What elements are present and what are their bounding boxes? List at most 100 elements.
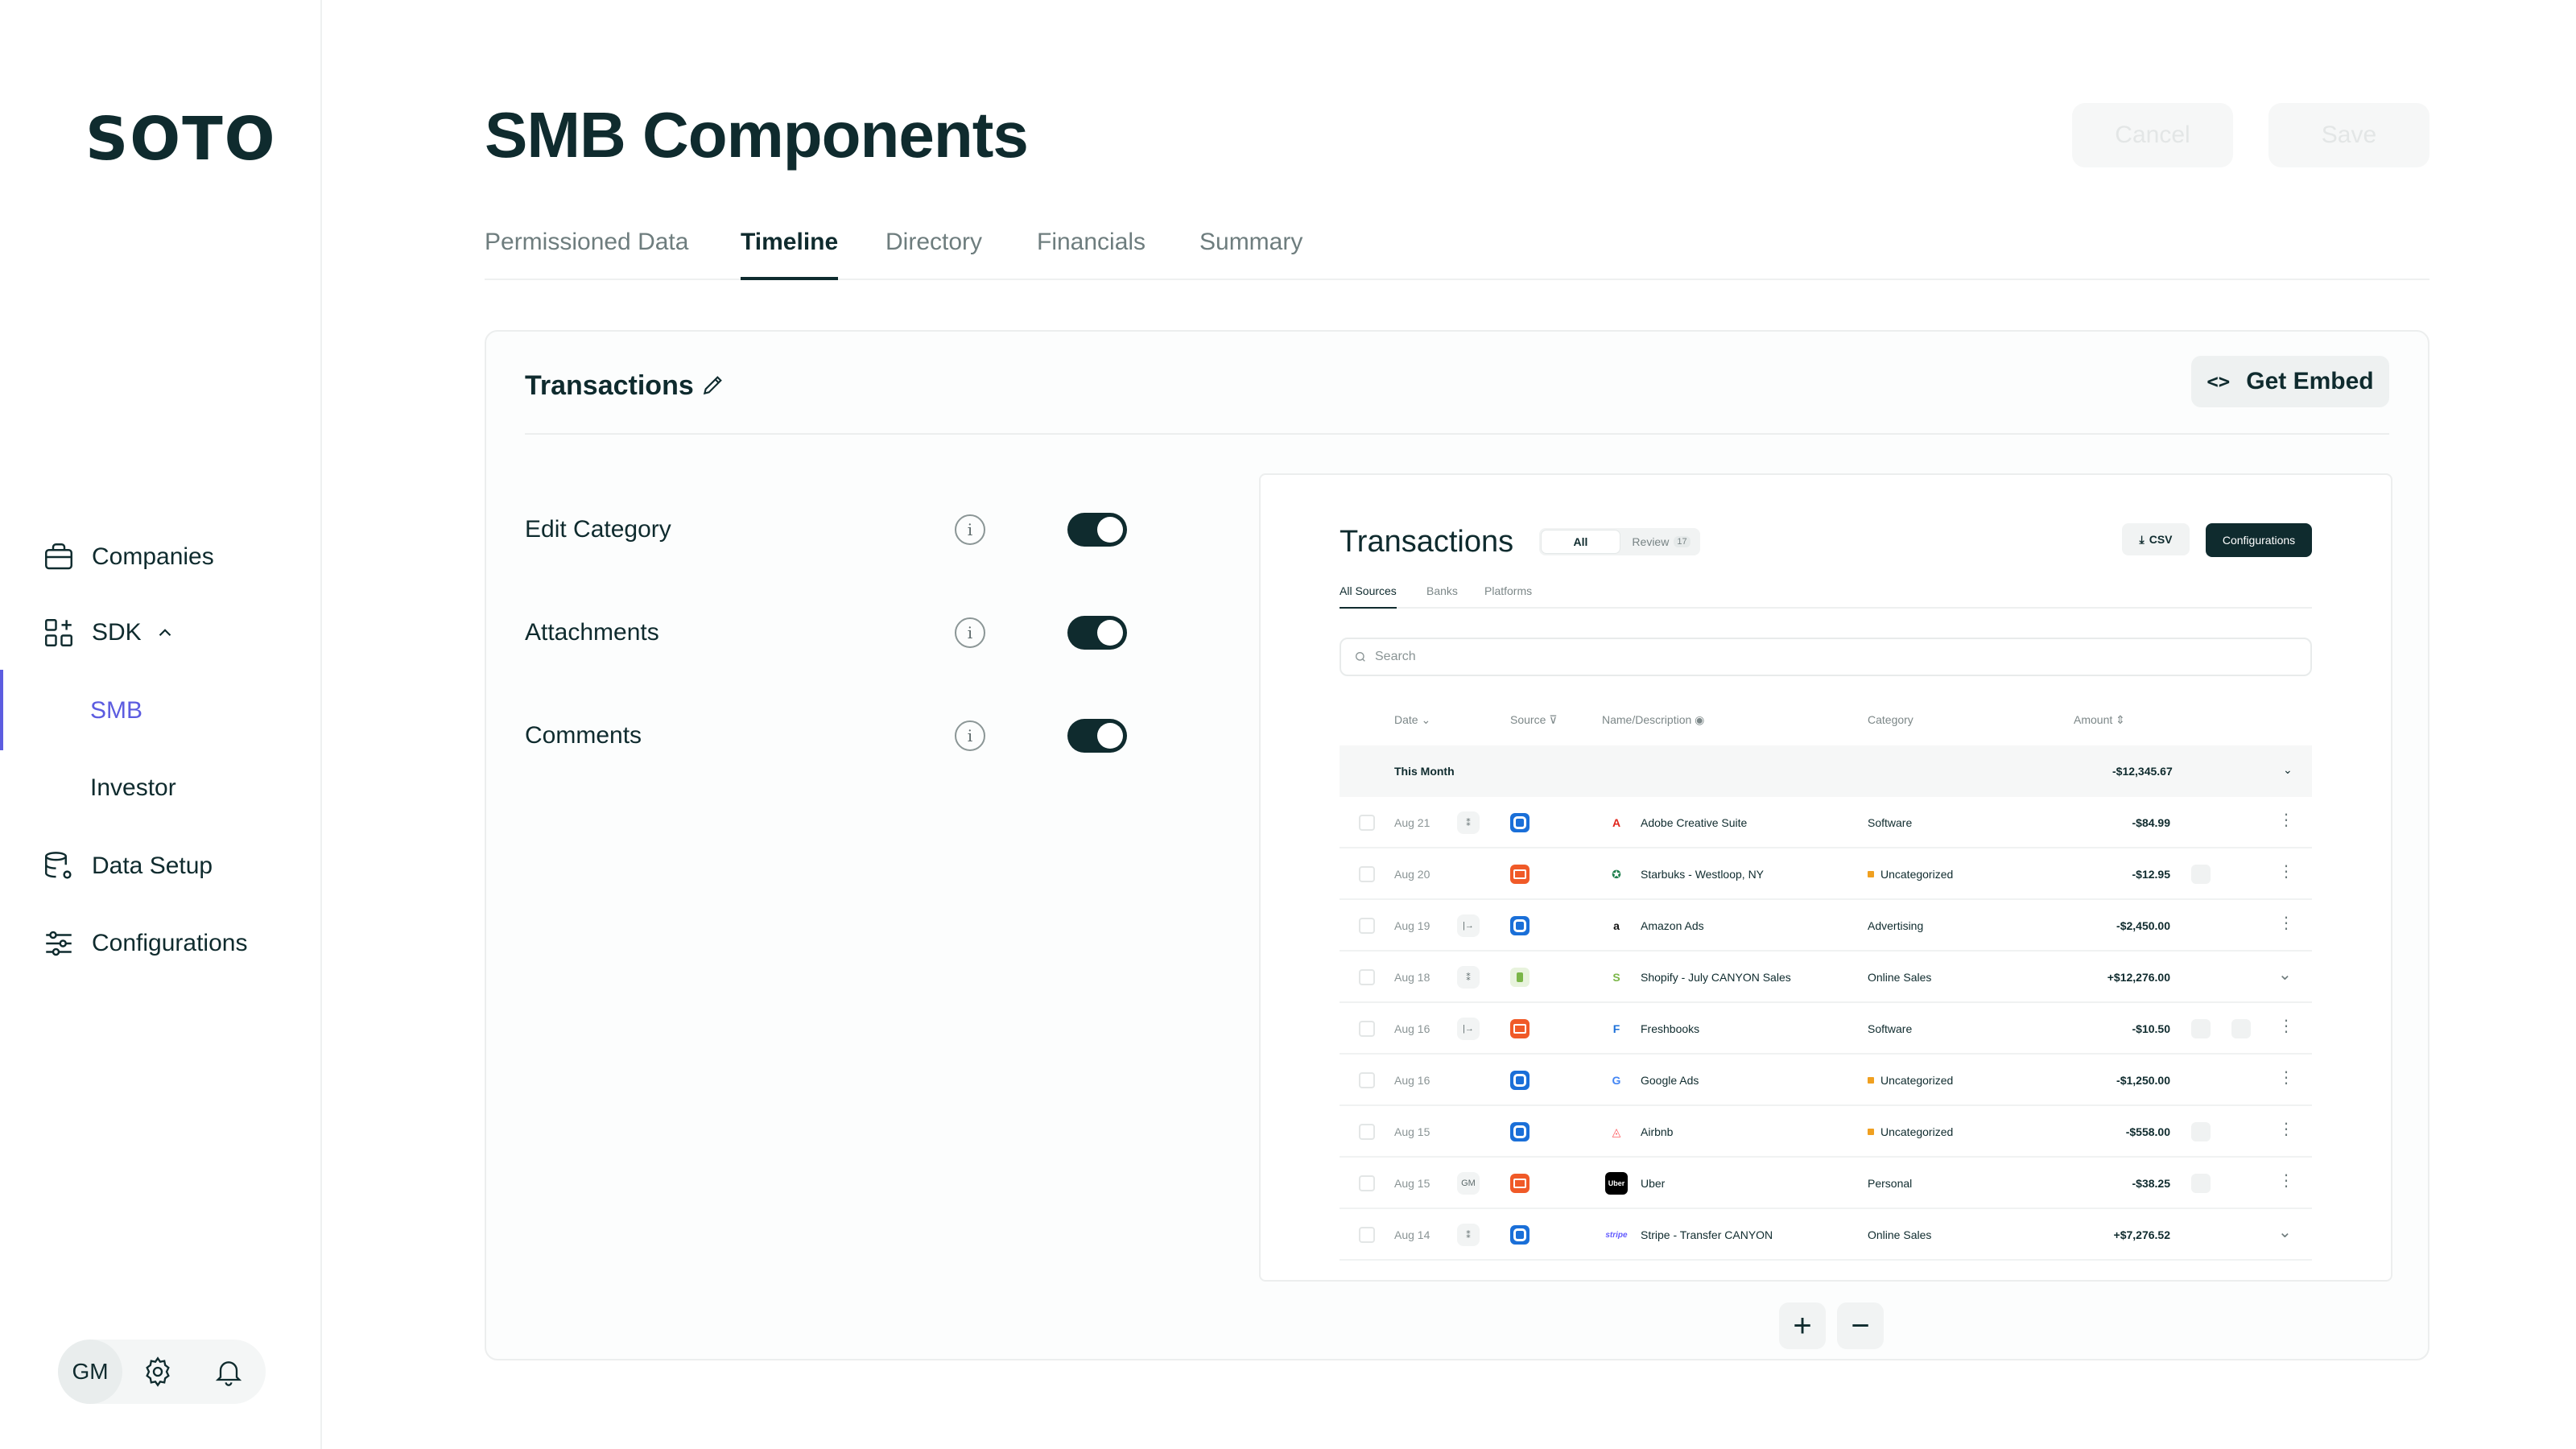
row-checkbox[interactable] bbox=[1359, 1021, 1375, 1037]
column-source[interactable]: Source ⊽ bbox=[1510, 713, 1558, 727]
more-options-icon[interactable]: ⋮ bbox=[2278, 1067, 2294, 1088]
option-attachments: Attachments i bbox=[525, 609, 1161, 657]
database-gear-icon bbox=[40, 848, 77, 885]
row-category[interactable]: Uncategorized bbox=[1868, 868, 1953, 881]
option-label: Edit Category bbox=[525, 516, 671, 543]
row-marker: ⁑ bbox=[1457, 966, 1480, 989]
source-icon bbox=[1510, 865, 1530, 884]
row-checkbox[interactable] bbox=[1359, 1175, 1375, 1191]
row-category[interactable]: Software bbox=[1868, 1022, 1912, 1035]
zoom-in-button[interactable]: + bbox=[1779, 1302, 1826, 1349]
table-row[interactable]: Aug 15 ◬ Airbnb Uncategorized -$558.00 ⋮ bbox=[1340, 1106, 2312, 1158]
row-category[interactable]: Personal bbox=[1868, 1177, 1912, 1190]
row-checkbox[interactable] bbox=[1359, 1124, 1375, 1140]
zoom-out-button[interactable]: − bbox=[1837, 1302, 1884, 1349]
attachments-toggle[interactable] bbox=[1067, 616, 1127, 650]
row-category[interactable]: Online Sales bbox=[1868, 1228, 1931, 1241]
sidebar-item-investor[interactable]: Investor bbox=[90, 774, 176, 802]
segment-all[interactable]: All bbox=[1542, 530, 1620, 553]
row-category-label: Software bbox=[1868, 1022, 1913, 1035]
gear-icon[interactable] bbox=[122, 1340, 193, 1404]
merchant-logo-icon: S bbox=[1612, 971, 1620, 984]
column-name[interactable]: Name/Description ◉ bbox=[1602, 713, 1704, 727]
row-name: Airbnb bbox=[1641, 1125, 1674, 1138]
row-category[interactable]: Uncategorized bbox=[1868, 1074, 1953, 1087]
merchant-logo-icon: ◬ bbox=[1612, 1125, 1621, 1138]
bell-icon[interactable] bbox=[193, 1340, 264, 1404]
chevron-up-icon bbox=[155, 622, 175, 643]
row-category[interactable]: Software bbox=[1868, 816, 1912, 829]
chevron-down-icon[interactable]: ⌄ bbox=[2278, 1222, 2292, 1242]
table-row[interactable]: Aug 19 |→ a Amazon Ads Advertising -$2,450.00… bbox=[1340, 900, 2312, 952]
table-row[interactable]: Aug 20 ✪ Starbuks - Westloop, NY Uncategori… bbox=[1340, 848, 2312, 900]
csv-button[interactable]: ⤓ CSV bbox=[2122, 523, 2190, 555]
more-options-icon[interactable]: ⋮ bbox=[2278, 1119, 2294, 1139]
csv-label: CSV bbox=[2149, 533, 2173, 546]
info-icon[interactable]: i bbox=[955, 514, 985, 545]
row-checkbox[interactable] bbox=[1359, 918, 1375, 934]
option-edit-category: Edit Category i bbox=[525, 506, 1161, 554]
soto-logo[interactable]: SOTO bbox=[85, 105, 277, 174]
comment-icon[interactable] bbox=[2191, 865, 2211, 884]
sidebar-item-configurations[interactable]: Configurations bbox=[40, 919, 247, 968]
tab-directory[interactable]: Directory bbox=[886, 225, 982, 280]
tab-timeline[interactable]: Timeline bbox=[741, 225, 839, 280]
tab-financials[interactable]: Financials bbox=[1037, 225, 1146, 280]
sidebar-item-label: Data Setup bbox=[92, 852, 213, 879]
tab-permissioned-data[interactable]: Permissioned Data bbox=[485, 225, 688, 280]
table-row[interactable]: Aug 21 ⁑ A Adobe Creative Suite Software -$84… bbox=[1340, 797, 2312, 848]
subtab-all-sources[interactable]: All Sources bbox=[1340, 584, 1397, 609]
sidebar-item-data-setup[interactable]: Data Setup bbox=[40, 842, 213, 890]
attachment-icon[interactable] bbox=[2231, 1019, 2251, 1038]
group-row-this-month[interactable]: This Month -$12,345.67 ⌄ bbox=[1340, 745, 2312, 797]
comments-toggle[interactable] bbox=[1067, 719, 1127, 753]
column-date[interactable]: Date ⌄ bbox=[1394, 713, 1430, 727]
subtab-platforms[interactable]: Platforms bbox=[1484, 584, 1532, 609]
row-category[interactable]: Advertising bbox=[1868, 919, 1923, 932]
row-checkbox[interactable] bbox=[1359, 866, 1375, 882]
edit-category-toggle[interactable] bbox=[1067, 513, 1127, 547]
segment-review[interactable]: Review 17 bbox=[1622, 528, 1700, 555]
row-category[interactable]: Online Sales bbox=[1868, 971, 1931, 984]
row-checkbox[interactable] bbox=[1359, 1227, 1375, 1243]
table-row[interactable]: Aug 16 |→ F Freshbooks Software -$10.50 ⋮ bbox=[1340, 1003, 2312, 1055]
more-options-icon[interactable]: ⋮ bbox=[2278, 810, 2294, 830]
cancel-button[interactable]: Cancel bbox=[2072, 103, 2233, 167]
save-button[interactable]: Save bbox=[2268, 103, 2429, 167]
avatar[interactable]: GM bbox=[58, 1340, 122, 1404]
comment-icon[interactable] bbox=[2191, 1122, 2211, 1141]
chevron-down-icon[interactable]: ⌄ bbox=[2278, 964, 2292, 985]
row-checkbox[interactable] bbox=[1359, 969, 1375, 985]
info-icon[interactable]: i bbox=[955, 617, 985, 648]
table-row[interactable]: Aug 16 G Google Ads Uncategorized -$1,250.00… bbox=[1340, 1055, 2312, 1106]
row-name: Stripe - Transfer CANYON bbox=[1641, 1228, 1773, 1241]
table-row[interactable]: Aug 14 ⁑ stripe Stripe - Transfer CANYON Onl… bbox=[1340, 1209, 2312, 1261]
row-checkbox[interactable] bbox=[1359, 1072, 1375, 1088]
more-options-icon[interactable]: ⋮ bbox=[2278, 1016, 2294, 1036]
column-amount[interactable]: Amount ⇕ bbox=[2074, 713, 2125, 727]
comment-icon[interactable] bbox=[2191, 1019, 2211, 1038]
row-amount: -$558.00 bbox=[2125, 1125, 2170, 1138]
subtab-banks[interactable]: Banks bbox=[1426, 584, 1458, 609]
tab-summary[interactable]: Summary bbox=[1199, 225, 1302, 280]
table-row[interactable]: Aug 15 GM Uber Uber Personal -$38.25 ⋮ bbox=[1340, 1158, 2312, 1209]
sidebar-item-sdk[interactable]: SDK bbox=[40, 609, 175, 657]
comment-icon[interactable] bbox=[2191, 1174, 2211, 1193]
table-row[interactable]: Aug 18 ⁑ S Shopify - July CANYON Sales Onlin… bbox=[1340, 952, 2312, 1003]
component-card: Transactions <> Get Embed Edit Category … bbox=[485, 330, 2429, 1360]
row-category-label: Uncategorized bbox=[1880, 1125, 1954, 1138]
column-category: Category bbox=[1868, 713, 1913, 726]
row-category[interactable]: Uncategorized bbox=[1868, 1125, 1953, 1138]
more-options-icon[interactable]: ⋮ bbox=[2278, 1170, 2294, 1191]
configurations-button[interactable]: Configurations bbox=[2206, 523, 2312, 557]
row-checkbox[interactable] bbox=[1359, 815, 1375, 831]
pencil-icon[interactable] bbox=[700, 372, 726, 398]
sidebar-item-smb[interactable]: SMB bbox=[90, 697, 142, 724]
search-input[interactable]: Search bbox=[1340, 638, 2312, 676]
info-icon[interactable]: i bbox=[955, 720, 985, 751]
sidebar-item-companies[interactable]: Companies bbox=[40, 533, 214, 581]
more-options-icon[interactable]: ⋮ bbox=[2278, 913, 2294, 933]
chevron-down-icon[interactable]: ⌄ bbox=[2283, 763, 2293, 777]
get-embed-button[interactable]: <> Get Embed bbox=[2191, 356, 2389, 407]
more-options-icon[interactable]: ⋮ bbox=[2278, 861, 2294, 881]
